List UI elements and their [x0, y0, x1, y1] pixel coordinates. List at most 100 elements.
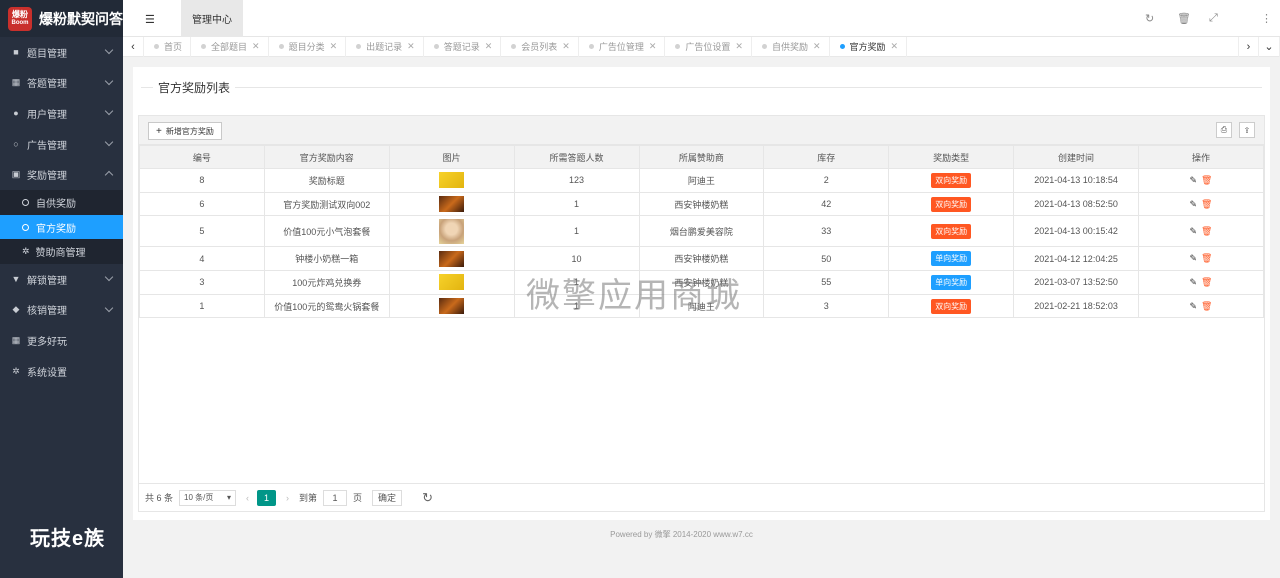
close-icon[interactable]: ✕ — [562, 41, 570, 52]
tabs-scroll-right-icon[interactable]: › — [1238, 36, 1259, 57]
header-tab-admin[interactable]: 管理中心 — [181, 0, 243, 37]
print-icon[interactable]: ⎙ — [1216, 122, 1232, 138]
tabs-scroll-left-icon[interactable]: ‹ — [123, 36, 144, 57]
more-vertical-icon[interactable]: ⋮ — [1261, 12, 1272, 25]
col-sponsor[interactable]: 所属赞助商 — [638, 145, 765, 169]
reward-thumbnail[interactable] — [439, 250, 465, 267]
sidebar-item-answers[interactable]: ▦ 答题管理 — [0, 68, 123, 99]
edit-icon[interactable]: ✎ — [1190, 277, 1198, 287]
tab-all-questions[interactable]: 全部题目 ✕ — [191, 36, 269, 57]
page-input[interactable]: 1 — [323, 489, 348, 506]
tab-ad-settings[interactable]: 广告位设置 ✕ — [665, 36, 752, 57]
export-icon[interactable]: ⇪ — [1239, 122, 1255, 138]
delete-icon[interactable]: 🗑 — [1201, 226, 1212, 236]
trash-icon[interactable]: 🗑 — [1177, 12, 1191, 25]
tab-label: 首页 — [164, 42, 183, 52]
sidebar-item-unlock[interactable]: ▼ 解锁管理 — [0, 264, 123, 295]
menu-toggle-icon[interactable]: ☰ — [145, 13, 155, 26]
col-need[interactable]: 所需答题人数 — [513, 145, 640, 169]
logo[interactable]: 爆粉 Boom 爆粉默契问答 — [0, 0, 123, 37]
tab-official-rewards[interactable]: 官方奖励 ✕ — [830, 36, 908, 57]
delete-icon[interactable]: 🗑 — [1201, 301, 1212, 311]
delete-icon[interactable]: 🗑 — [1201, 175, 1212, 185]
edit-icon[interactable]: ✎ — [1190, 226, 1198, 236]
grid-icon: ▦ — [11, 335, 21, 346]
table-row: 3 100元炸鸡兑换券 1 西安钟楼奶糕 55 单向奖励 2021-03-07 13:52:… — [139, 270, 1264, 295]
tabs-dropdown-icon[interactable]: ⌄ — [1259, 36, 1280, 57]
close-icon[interactable]: ✕ — [735, 41, 743, 52]
close-icon[interactable]: ✕ — [407, 41, 415, 52]
sidebar-subitem-label: 自供奖励 — [36, 198, 76, 210]
edit-icon[interactable]: ✎ — [1190, 175, 1198, 185]
sidebar-item-users[interactable]: ● 用户管理 — [0, 98, 123, 129]
close-icon[interactable]: ✕ — [485, 41, 493, 52]
close-icon[interactable]: ✕ — [252, 41, 260, 52]
col-id[interactable]: 编号 — [139, 145, 265, 169]
next-page-icon[interactable]: › — [286, 493, 289, 503]
sidebar-item-verify[interactable]: ◆ 核销管理 — [0, 295, 123, 326]
tab-members[interactable]: 会员列表 ✕ — [501, 36, 579, 57]
reward-thumbnail[interactable] — [439, 274, 465, 291]
col-type[interactable]: 奖励类型 — [888, 145, 1015, 169]
cell-time: 2021-04-13 10:18:54 — [1013, 168, 1139, 193]
table-row: 1 价值100元的鸳鸯火锅套餐 1 阿迪王 3 双向奖励 2021-02-21 18:52:… — [139, 293, 1264, 319]
delete-icon[interactable]: 🗑 — [1201, 199, 1212, 209]
delete-icon[interactable]: 🗑 — [1201, 277, 1212, 287]
goto-label: 到第 — [299, 493, 318, 503]
edit-icon[interactable]: ✎ — [1190, 301, 1198, 311]
tab-self-rewards[interactable]: 自供奖励 ✕ — [752, 36, 830, 57]
sidebar-item-ads[interactable]: ○ 广告管理 — [0, 129, 123, 160]
tag-icon: ◆ — [12, 304, 20, 315]
cell-need: 1 — [513, 270, 640, 295]
cell-id: 1 — [139, 293, 265, 319]
reward-thumbnail[interactable] — [439, 298, 465, 315]
close-icon[interactable]: ✕ — [649, 41, 657, 52]
sidebar-item-questions[interactable]: ■ 题目管理 — [0, 37, 123, 68]
sidebar-item-settings[interactable]: ✲ 系统设置 — [0, 356, 123, 387]
sidebar-item-label: 答题管理 — [27, 79, 67, 91]
rewards-submenu: 自供奖励 官方奖励 ✲ 赞助商管理 — [0, 189, 123, 265]
refresh-icon[interactable]: ↻ — [422, 490, 433, 506]
sidebar-item-rewards[interactable]: ▣ 奖励管理 — [0, 159, 123, 190]
fullscreen-icon[interactable]: ⤢ — [1209, 12, 1218, 25]
sidebar-subitem-official-rewards[interactable]: 官方奖励 — [0, 214, 123, 240]
sidebar-subitem-self-rewards[interactable]: 自供奖励 — [0, 190, 123, 215]
add-reward-button[interactable]: + 新增官方奖励 — [148, 122, 222, 140]
circle-icon — [22, 198, 29, 206]
tab-home[interactable]: 首页 — [144, 36, 192, 57]
page-size-value: 10 条/页 — [184, 493, 214, 502]
current-page[interactable]: 1 — [257, 489, 277, 506]
total-count: 共 6 条 — [145, 493, 174, 503]
delete-icon[interactable]: 🗑 — [1201, 253, 1212, 263]
reward-thumbnail[interactable] — [439, 218, 465, 244]
cell-sponsor: 西安钟楼奶糕 — [638, 191, 765, 217]
edit-icon[interactable]: ✎ — [1190, 199, 1198, 209]
sidebar-item-more[interactable]: ▦ 更多好玩 — [0, 325, 123, 356]
gift-icon: ▣ — [11, 169, 21, 180]
cell-sponsor: 阿迪王 — [638, 293, 765, 319]
sidebar-subitem-sponsors[interactable]: ✲ 赞助商管理 — [0, 239, 123, 264]
col-actions: 操作 — [1138, 145, 1264, 169]
edit-icon[interactable]: ✎ — [1190, 253, 1198, 263]
sidebar-item-label: 系统设置 — [27, 367, 67, 379]
col-time[interactable]: 创建时间 — [1013, 145, 1139, 169]
close-icon[interactable]: ✕ — [891, 41, 899, 52]
reward-thumbnail[interactable] — [439, 196, 465, 213]
tab-answer-log[interactable]: 答题记录 ✕ — [424, 36, 502, 57]
caret-down-icon: ▾ — [227, 493, 232, 502]
refresh-icon[interactable]: ↻ — [1145, 12, 1154, 25]
prev-page-icon[interactable]: ‹ — [246, 493, 249, 503]
close-icon[interactable]: ✕ — [813, 41, 821, 52]
goto-confirm-button[interactable]: 确定 — [372, 489, 403, 506]
col-content[interactable]: 官方奖励内容 — [263, 145, 390, 169]
tab-question-log[interactable]: 出题记录 ✕ — [346, 36, 424, 57]
tab-ad-slots[interactable]: 广告位管理 ✕ — [579, 36, 666, 57]
cell-content: 100元炸鸡兑换券 — [263, 270, 390, 295]
close-icon[interactable]: ✕ — [330, 41, 338, 52]
col-image[interactable]: 图片 — [388, 145, 515, 169]
page-size-select[interactable]: 10 条/页 ▾ — [179, 489, 237, 506]
col-stock[interactable]: 库存 — [763, 145, 890, 169]
cell-need: 1 — [513, 215, 640, 248]
tab-categories[interactable]: 题目分类 ✕ — [269, 36, 347, 57]
reward-thumbnail[interactable] — [439, 172, 465, 189]
